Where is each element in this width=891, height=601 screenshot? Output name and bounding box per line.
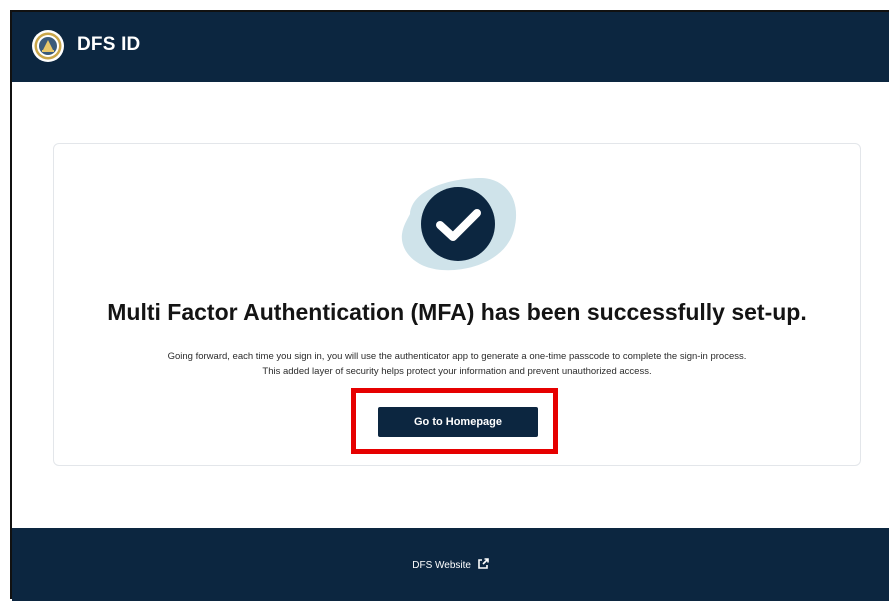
checkmark-circle-icon (401, 178, 517, 271)
screenshot-frame: DFS ID Multi Factor Authentication (MFA)… (0, 0, 891, 601)
external-link-icon (477, 558, 489, 569)
state-seal-icon (32, 30, 64, 62)
page-footer: DFS Website (12, 528, 889, 601)
dfs-website-link[interactable]: DFS Website (12, 558, 889, 571)
page-title: Multi Factor Authentication (MFA) has be… (107, 299, 807, 325)
description-line-2: This added layer of security helps prote… (262, 366, 652, 377)
app-brand-title: DFS ID (77, 34, 141, 55)
dfs-website-link-label: DFS Website (412, 560, 471, 571)
description: Going forward, each time you sign in, yo… (53, 349, 861, 379)
description-line-1: Going forward, each time you sign in, yo… (167, 351, 747, 362)
top-header: DFS ID (12, 12, 889, 82)
browser-viewport: DFS ID Multi Factor Authentication (MFA)… (10, 10, 889, 601)
go-to-homepage-button[interactable]: Go to Homepage (378, 407, 538, 437)
